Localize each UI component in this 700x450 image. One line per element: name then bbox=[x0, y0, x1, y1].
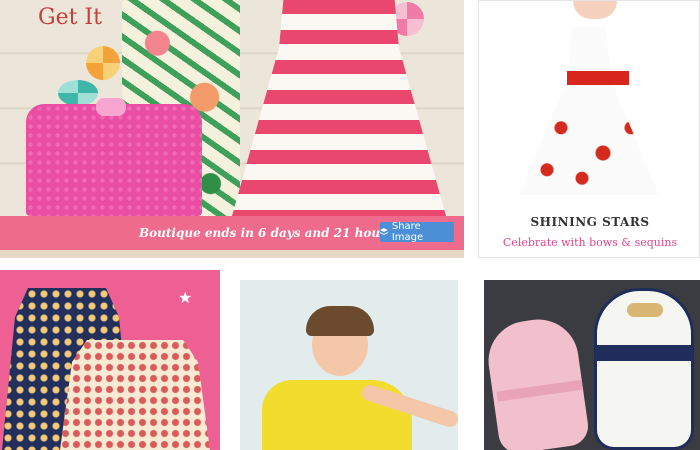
bow-decoration bbox=[96, 98, 126, 116]
girl-yellow-shirt-card[interactable] bbox=[234, 270, 464, 450]
pink-shoe bbox=[483, 314, 591, 450]
shoe-strap bbox=[496, 379, 584, 402]
kids-shoes-image bbox=[483, 280, 700, 450]
card-subtitle: Celebrate with bows & sequins bbox=[502, 236, 678, 249]
pink-shorts-image bbox=[26, 98, 202, 216]
parasol-decoration bbox=[86, 46, 120, 80]
featured-boutique-card[interactable]: Get It Boutique ends in 6 days and 21 ho… bbox=[0, 0, 464, 258]
kids-shoes-card[interactable] bbox=[478, 270, 700, 450]
girl-yellow-shirt-image bbox=[240, 280, 461, 450]
shoe-logo bbox=[627, 303, 663, 317]
share-icon bbox=[380, 227, 388, 235]
card-title: Get It bbox=[38, 5, 102, 30]
share-image-label: Share Image bbox=[391, 221, 424, 243]
cream-print-dress-image bbox=[60, 340, 210, 450]
kid-hair bbox=[306, 306, 374, 336]
flower-dress bbox=[519, 27, 659, 195]
shining-stars-card[interactable]: SHINING STARS Celebrate with bows & sequ… bbox=[478, 0, 700, 258]
red-sash bbox=[567, 71, 629, 85]
girl-figure bbox=[573, 1, 617, 19]
star-icon: ★ bbox=[178, 288, 193, 307]
girl-red-flower-dress-image bbox=[485, 1, 695, 203]
card-title: SHINING STARS bbox=[530, 215, 650, 229]
shoe-strap bbox=[594, 345, 694, 361]
share-image-button[interactable]: Share Image bbox=[380, 221, 454, 243]
boutique-countdown-text: Boutique ends in 6 days and 21 hours bbox=[139, 226, 394, 240]
white-navy-shoe bbox=[594, 288, 694, 450]
printed-dresses-card[interactable]: ★ bbox=[0, 270, 220, 450]
parasol-decoration bbox=[58, 80, 98, 106]
card-footer-strip bbox=[0, 250, 464, 258]
